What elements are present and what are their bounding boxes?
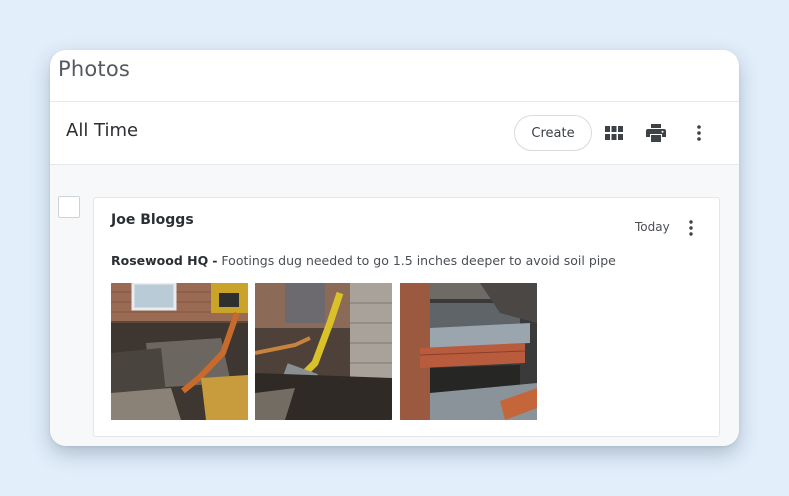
app-title: Photos [58,57,131,81]
create-button[interactable]: Create [514,115,592,151]
entry-author: Joe Bloggs [111,212,194,228]
select-entry-checkbox[interactable] [58,196,80,218]
entry-project[interactable]: Rosewood HQ [111,253,208,268]
photo-entry-card: Joe Bloggs Today Rosewood HQ - Footings … [93,197,720,437]
photo-thumbnail-2[interactable] [255,283,392,420]
photos-window: Photos All Time Create Joe Bloggs Today … [50,50,739,446]
entry-separator: - [212,253,218,268]
grid-view-icon[interactable] [601,120,627,146]
photo-thumbnail-1[interactable] [111,283,248,420]
toolbar: All Time Create [50,102,739,164]
print-icon[interactable] [643,120,669,146]
entry-description: Footings dug needed to go 1.5 inches dee… [221,253,616,268]
period-title: All Time [66,120,139,141]
photo-thumbnail-3[interactable] [400,283,537,420]
entry-date: Today [635,220,670,234]
photo-feed: Joe Bloggs Today Rosewood HQ - Footings … [50,165,739,446]
entry-description-line: Rosewood HQ - Footings dug needed to go … [111,253,616,268]
entry-more-icon[interactable] [684,217,698,239]
more-vertical-icon[interactable] [686,120,712,146]
